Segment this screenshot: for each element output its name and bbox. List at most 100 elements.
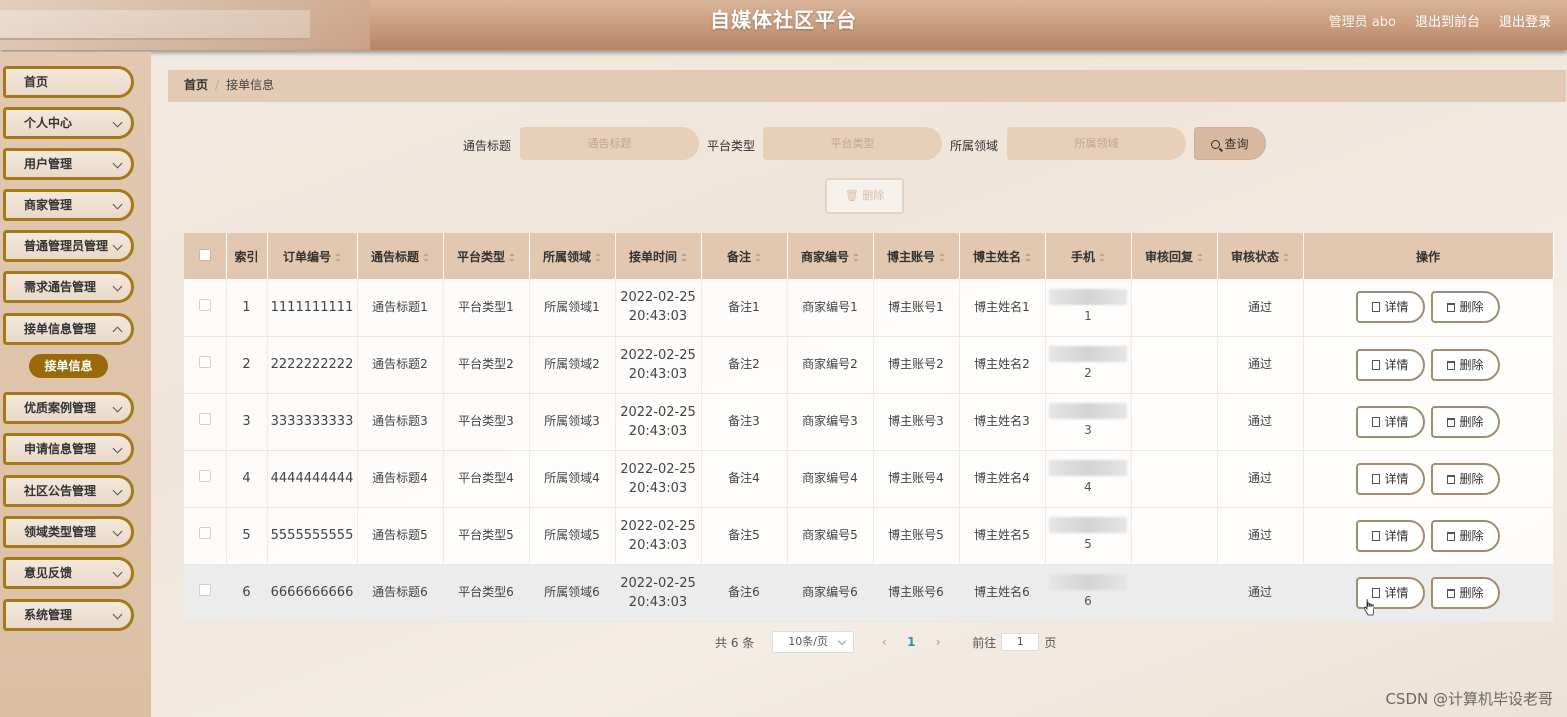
breadcrumb-home[interactable]: 首页 xyxy=(184,78,208,92)
sort-icon[interactable] xyxy=(853,252,859,262)
select-all-checkbox[interactable] xyxy=(198,248,211,261)
sort-icon[interactable] xyxy=(423,252,429,262)
sort-icon[interactable] xyxy=(755,252,761,262)
remark-cell: 备注3 xyxy=(701,393,788,450)
row-checkbox[interactable] xyxy=(198,584,211,596)
sort-icon[interactable] xyxy=(1099,252,1105,262)
sort-icon[interactable] xyxy=(595,252,601,262)
column-header[interactable]: 商家编号 xyxy=(787,233,874,279)
chevron-down-icon xyxy=(112,199,123,210)
blogger-account-cell: 博主账号1 xyxy=(873,279,960,336)
review-reply-cell xyxy=(1131,564,1218,621)
back-to-front-link[interactable]: 退出到前台 xyxy=(1415,11,1480,30)
detail-button-label: 详情 xyxy=(1384,357,1409,372)
column-header[interactable]: 审核状态 xyxy=(1217,233,1304,279)
sidebar-item-system-management[interactable]: 系统管理 xyxy=(3,599,134,631)
sidebar-item-label: 接单信息管理 xyxy=(24,322,97,336)
delete-button[interactable]: 删除 xyxy=(1431,462,1500,495)
page-number[interactable]: 1 xyxy=(904,635,918,649)
sort-icon[interactable] xyxy=(1283,252,1289,262)
delete-button[interactable]: 删除 xyxy=(1431,348,1500,381)
prev-page-icon[interactable]: ‹ xyxy=(878,635,890,649)
blogger-name-cell: 博主姓名6 xyxy=(959,564,1046,621)
detail-button[interactable]: 详情 xyxy=(1356,405,1425,438)
column-header[interactable]: 通告标题 xyxy=(357,233,444,279)
page-size-select[interactable]: 10条/页 xyxy=(772,631,855,653)
row-checkbox[interactable] xyxy=(198,470,211,482)
platform-type-cell: 平台类型3 xyxy=(443,393,530,450)
platform-search-input[interactable] xyxy=(763,127,942,160)
sidebar-item-application-info[interactable]: 申请信息管理 xyxy=(3,433,134,465)
sort-icon[interactable] xyxy=(509,252,515,262)
column-header[interactable]: 审核回复 xyxy=(1131,233,1218,279)
remark-cell: 备注1 xyxy=(701,279,788,336)
goto-page-input[interactable]: 1 xyxy=(1001,633,1040,651)
sidebar-item-field-type[interactable]: 领域类型管理 xyxy=(3,516,134,548)
column-header[interactable]: 博主账号 xyxy=(873,233,960,279)
logout-link[interactable]: 退出登录 xyxy=(1499,11,1551,30)
query-button[interactable]: 查询 xyxy=(1194,127,1266,160)
column-header[interactable]: 平台类型 xyxy=(443,233,530,279)
sidebar-item-quality-cases[interactable]: 优质案例管理 xyxy=(3,392,134,424)
phone-redacted xyxy=(1049,460,1127,476)
actions-cell: 详情 删除 xyxy=(1303,336,1554,393)
sidebar-item-personal-center[interactable]: 个人中心 xyxy=(3,107,134,139)
sidebar-item-demand-notice[interactable]: 需求通告管理 xyxy=(3,271,134,303)
table-row[interactable]: 1 1111111111 通告标题1 平台类型1 所属领域1 2022-02-25 20:4… xyxy=(184,279,1554,336)
sidebar-subitem-order-info[interactable]: 接单信息 xyxy=(29,354,108,378)
sort-icon[interactable] xyxy=(939,252,945,262)
order-date: 2022-02-25 xyxy=(620,404,696,420)
order-date: 2022-02-25 xyxy=(620,290,696,306)
sort-icon[interactable] xyxy=(681,252,687,262)
bulk-delete-button[interactable]: 🗑 删除 xyxy=(825,178,904,214)
table-row[interactable]: 4 4444444444 通告标题4 平台类型4 所属领域4 2022-02-25 20:4… xyxy=(184,450,1554,507)
sidebar-item-admin-management[interactable]: 普通管理员管理 xyxy=(3,230,134,262)
row-checkbox[interactable] xyxy=(198,298,211,311)
sort-icon[interactable] xyxy=(1197,252,1203,262)
title-search-input[interactable] xyxy=(520,127,699,160)
sidebar-item-merchant-management[interactable]: 商家管理 xyxy=(3,189,134,221)
phone-cell: 2 xyxy=(1045,336,1132,393)
column-header[interactable]: 备注 xyxy=(701,233,788,279)
pagination: 共 6 条 10条/页 ‹ 1 › 前往 1 页 xyxy=(715,631,1056,653)
column-header[interactable]: 订单编号 xyxy=(267,233,358,279)
table-row[interactable]: 6 6666666666 通告标题6 平台类型6 所属领域6 2022-02-25 20:4… xyxy=(184,564,1554,621)
delete-button[interactable]: 删除 xyxy=(1431,576,1500,609)
chevron-down-icon xyxy=(112,158,123,169)
remark-cell: 备注4 xyxy=(701,450,788,507)
detail-button[interactable]: 详情 xyxy=(1356,462,1425,495)
row-checkbox[interactable] xyxy=(198,356,211,368)
sort-icon[interactable] xyxy=(1025,252,1031,262)
column-header[interactable]: 所属领域 xyxy=(529,233,616,279)
sidebar-item-home[interactable]: 首页 xyxy=(3,66,134,98)
table-row[interactable]: 5 5555555555 通告标题5 平台类型5 所属领域5 2022-02-25 20:4… xyxy=(184,507,1554,564)
phone-redacted xyxy=(1049,346,1127,362)
merchant-number-cell: 商家编号6 xyxy=(787,564,874,621)
chevron-down-icon xyxy=(112,609,123,620)
sidebar-item-user-management[interactable]: 用户管理 xyxy=(3,148,134,180)
phone-cell: 3 xyxy=(1045,393,1132,450)
next-page-icon[interactable]: › xyxy=(932,635,944,649)
column-header[interactable]: 手机 xyxy=(1045,233,1132,279)
review-status-cell: 通过 xyxy=(1217,336,1304,393)
delete-button[interactable]: 删除 xyxy=(1431,291,1500,324)
delete-button[interactable]: 删除 xyxy=(1431,519,1500,552)
sidebar-item-order-info-management[interactable]: 接单信息管理 xyxy=(3,313,134,345)
detail-button[interactable]: 详情 xyxy=(1356,519,1425,552)
sidebar-item-feedback[interactable]: 意见反馈 xyxy=(3,557,134,589)
sidebar-item-label: 首页 xyxy=(24,75,49,89)
detail-button[interactable]: 详情 xyxy=(1356,291,1425,324)
detail-button[interactable]: 详情 xyxy=(1356,348,1425,381)
delete-button[interactable]: 删除 xyxy=(1431,405,1500,438)
sidebar-item-community-notice[interactable]: 社区公告管理 xyxy=(3,475,134,507)
column-header[interactable]: 接单时间 xyxy=(615,233,702,279)
row-checkbox[interactable] xyxy=(198,527,211,539)
field-search-input[interactable] xyxy=(1007,127,1186,160)
table-row[interactable]: 3 3333333333 通告标题3 平台类型3 所属领域3 2022-02-25 20:4… xyxy=(184,393,1554,450)
row-checkbox[interactable] xyxy=(198,413,211,425)
table-row[interactable]: 2 2222222222 通告标题2 平台类型2 所属领域2 2022-02-25 20:4… xyxy=(184,336,1554,393)
field-cell: 所属领域1 xyxy=(529,279,616,336)
sort-icon[interactable] xyxy=(335,252,341,262)
detail-button-label: 详情 xyxy=(1384,414,1409,429)
column-header[interactable]: 博主姓名 xyxy=(959,233,1046,279)
